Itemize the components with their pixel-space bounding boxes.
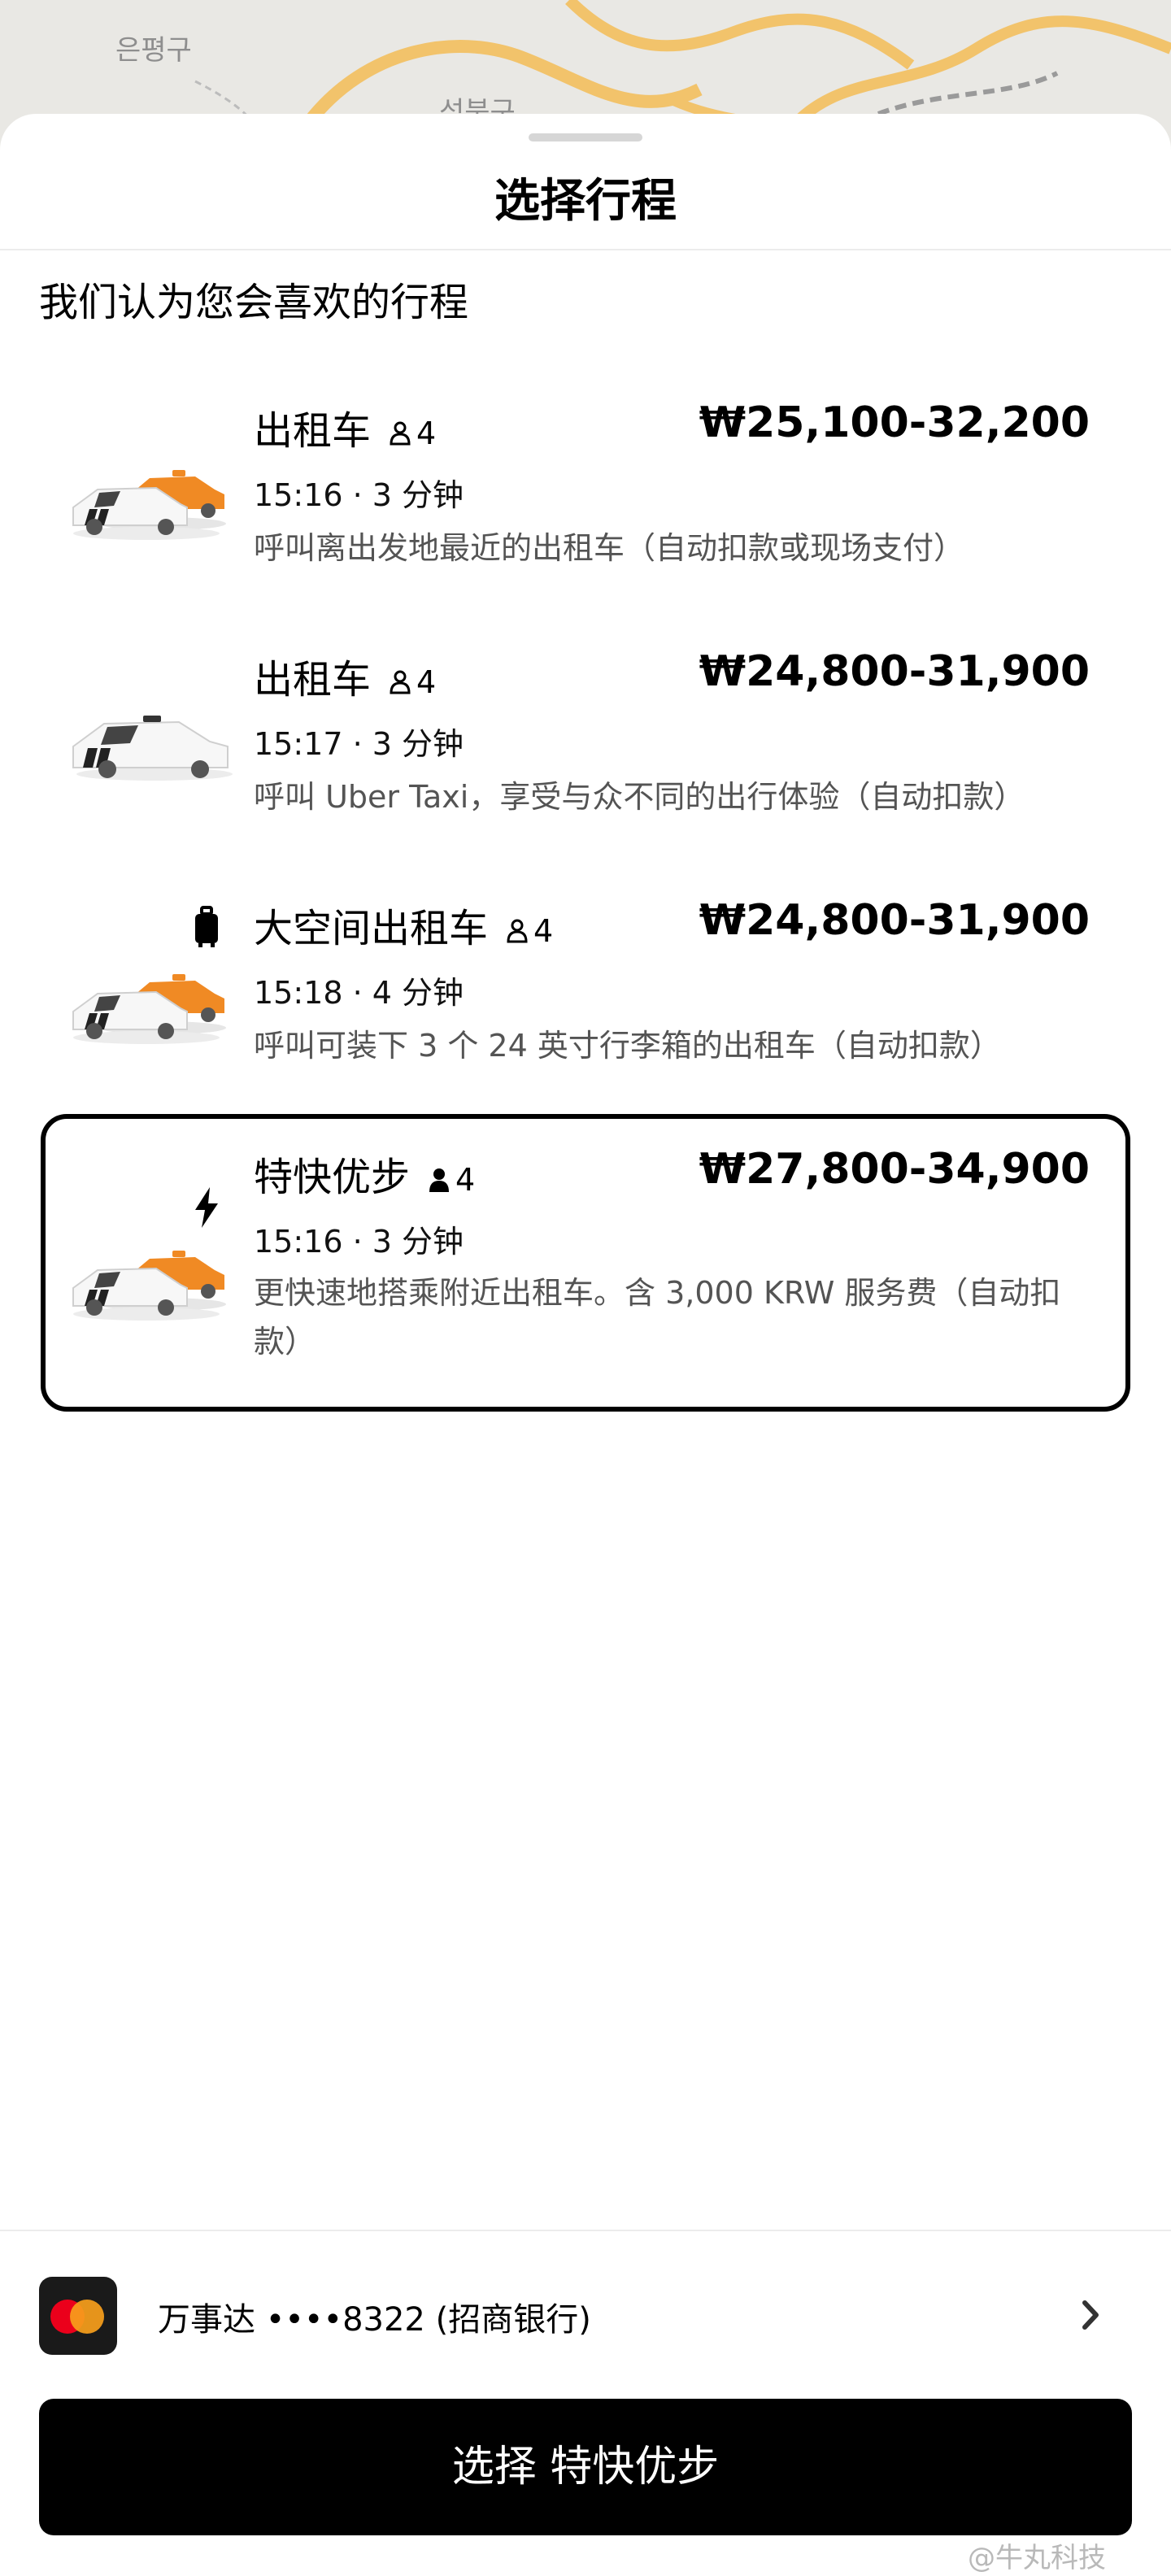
eta-text: 15:17 · 3 分钟 [254, 726, 464, 762]
ride-option-uber-taxi[interactable]: 出租车 4 ₩24,800-31,900 15:17 · 3 分钟 呼叫 Uber… [41, 620, 1130, 841]
divider [0, 2230, 1171, 2231]
ride-name-label: 大空间出租车 [254, 906, 489, 951]
ride-option-name: 出租车 4 [254, 398, 436, 455]
fare-estimate: ₩27,800-34,900 [699, 1145, 1090, 1194]
eta-text: 15:16 · 3 分钟 [254, 477, 464, 513]
ride-description: 呼叫离出发地最近的出租车（自动扣款或现场支付） [254, 530, 965, 566]
mastercard-icon [39, 2277, 117, 2355]
ride-option-large-taxi[interactable]: 大空间出租车 4 ₩24,800-31,900 15:18 · 4 分钟 呼叫可装… [41, 868, 1130, 1090]
lightning-icon [195, 1187, 218, 1228]
person-outline-icon [390, 670, 411, 694]
capacity-count: 4 [416, 664, 437, 700]
fare-estimate: ₩24,800-31,900 [699, 896, 1090, 945]
map-label-district: 은평구 [115, 34, 192, 67]
payment-method-label: 万事达 ••••8322 (招商银行) [158, 2301, 591, 2339]
divider [0, 249, 1171, 250]
ride-name-label: 出租车 [254, 657, 372, 703]
capacity-count: 4 [416, 416, 437, 451]
fare-estimate: ₩25,100-32,200 [699, 398, 1090, 447]
ride-name-label: 特快优步 [254, 1155, 411, 1200]
sheet-grabber-handle[interactable] [529, 133, 642, 141]
ride-option-express[interactable]: 特快优步 4 ₩27,800-34,900 15:16 · 3 分钟 更快速地搭乘… [41, 1114, 1130, 1412]
taxi-pair-icon [72, 1251, 226, 1321]
taxi-pair-icon [72, 974, 226, 1044]
select-ride-button[interactable]: 选择 特快优步 [39, 2399, 1132, 2535]
taxi-single-icon [72, 716, 233, 781]
capacity-indicator: 4 [387, 664, 436, 700]
payment-method-selector[interactable]: 万事达 ••••8322 (招商银行) [0, 2270, 1171, 2368]
person-outline-icon [390, 421, 411, 446]
ride-description: 更快速地搭乘附近出租车。含 3,000 KRW 服务费（自动扣款） [254, 1275, 1061, 1360]
ride-option-name: 特快优步 4 [254, 1145, 475, 1202]
ride-option-name: 大空间出租车 4 [254, 896, 553, 953]
section-heading: 我们认为您会喜欢的行程 [39, 280, 469, 325]
capacity-count: 4 [455, 1162, 476, 1198]
capacity-indicator: 4 [504, 913, 553, 949]
chevron-right-icon[interactable] [1075, 2295, 1108, 2335]
capacity-indicator: 4 [387, 416, 436, 451]
person-outline-icon [507, 919, 528, 943]
capacity-indicator: 4 [426, 1162, 475, 1198]
ride-name-label: 出租车 [254, 408, 372, 454]
taxi-pair-icon [72, 470, 226, 540]
page-title: 选择行程 [494, 175, 677, 228]
ride-description: 呼叫可装下 3 个 24 英寸行李箱的出租车（自动扣款） [254, 1028, 1001, 1064]
watermark: @牛丸科技 [968, 2542, 1106, 2574]
ride-option-taxi[interactable]: 出租车 4 ₩25,100-32,200 15:16 · 3 分钟 呼叫离出发地最… [41, 371, 1130, 592]
ride-option-name: 出租车 4 [254, 647, 436, 704]
capacity-count: 4 [533, 913, 554, 949]
eta-text: 15:18 · 4 分钟 [254, 975, 464, 1011]
fare-estimate: ₩24,800-31,900 [699, 647, 1090, 696]
person-filled-icon [429, 1168, 450, 1192]
ride-description: 呼叫 Uber Taxi，享受与众不同的出行体验（自动扣款） [254, 779, 1025, 815]
eta-text: 15:16 · 3 分钟 [254, 1224, 464, 1260]
luggage-icon [195, 906, 218, 947]
